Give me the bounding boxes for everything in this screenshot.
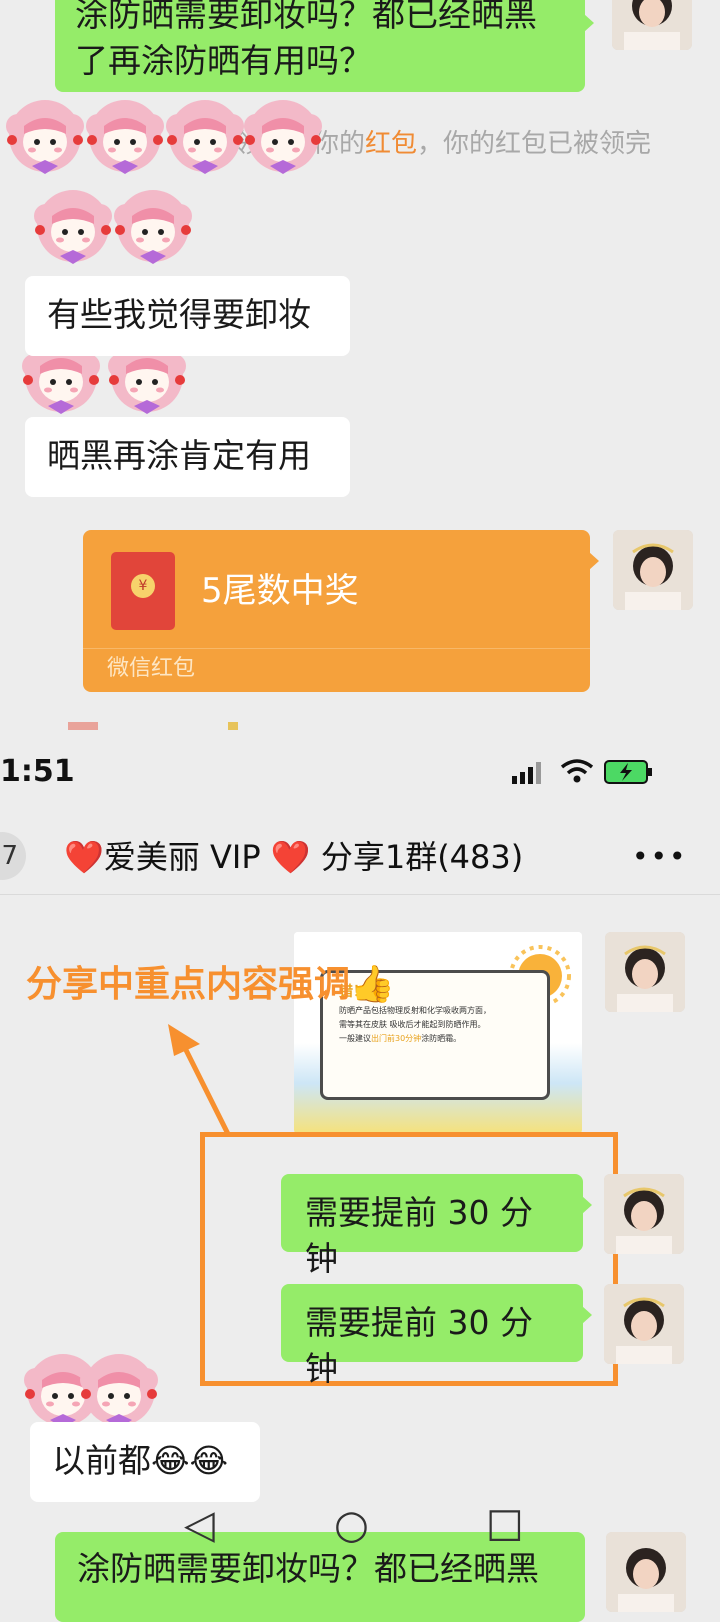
nav-back-icon[interactable]: ◁ bbox=[184, 1502, 215, 1548]
chat-screenshot-upper: 涂防晒需要卸妆吗？都已经晒黑了再涂防晒有用吗？ 领取了你的红包，你的红包已被领完… bbox=[0, 0, 720, 740]
question-bubble[interactable]: 涂防晒需要卸妆吗？都已经晒黑了再涂防晒有用吗？ bbox=[55, 0, 594, 92]
reply-bubble-3[interactable]: 以前都😂😂 bbox=[30, 1422, 260, 1502]
header-divider bbox=[0, 894, 720, 895]
annotation-arrow-icon bbox=[160, 1020, 240, 1140]
avatar[interactable] bbox=[604, 1174, 684, 1254]
partial-element bbox=[68, 722, 98, 730]
signal-icon bbox=[512, 760, 548, 784]
annotation-text: 分享中重点内容强调👍 bbox=[26, 964, 395, 1005]
message-bubble-2[interactable]: 需要提前 30 分钟 bbox=[281, 1284, 592, 1388]
avatar[interactable] bbox=[604, 1284, 684, 1364]
avatar[interactable] bbox=[605, 932, 685, 1012]
avatar[interactable] bbox=[613, 530, 693, 610]
back-count-badge[interactable]: 7 bbox=[0, 832, 26, 880]
card-line-3-prefix: 一般建议 bbox=[339, 1034, 371, 1043]
sheep-sticker-icon bbox=[82, 96, 168, 182]
wifi-icon bbox=[560, 758, 594, 784]
sheep-sticker-icon bbox=[30, 186, 116, 272]
chat-screenshot-lower: 1:51 7 ❤️爱美丽 VIP ❤️ 分享1群(483) ••• ? 错！ 防… bbox=[0, 740, 720, 1622]
battery-icon bbox=[604, 760, 654, 784]
more-options-icon[interactable]: ••• bbox=[632, 836, 688, 878]
card-line-3-suffix: 涂防晒霜。 bbox=[421, 1034, 462, 1043]
red-packet-title: 5尾数中奖 bbox=[201, 571, 359, 611]
avatar[interactable] bbox=[612, 0, 692, 50]
message-bubble-1[interactable]: 需要提前 30 分钟 bbox=[281, 1174, 592, 1278]
partial-element bbox=[228, 722, 238, 730]
nav-home-icon[interactable]: ○ bbox=[334, 1502, 369, 1548]
red-packet-footer: 微信红包 bbox=[107, 656, 196, 681]
sheep-sticker-icon bbox=[110, 186, 196, 272]
back-count: 7 bbox=[1, 841, 18, 871]
reply-text-1: 有些我觉得要卸妆 bbox=[47, 295, 311, 334]
reply-text-3: 以前都 bbox=[52, 1441, 151, 1480]
reply-text-2: 晒黑再涂肯定有用 bbox=[47, 436, 311, 475]
reply-bubble-1[interactable]: 有些我觉得要卸妆 bbox=[25, 276, 350, 356]
sheep-sticker-icon bbox=[240, 96, 326, 182]
sheep-sticker-icon bbox=[2, 96, 88, 182]
card-line-2: 需等其在皮肤 吸收后才能起到防晒作用。 bbox=[339, 1020, 486, 1029]
card-line-3: 一般建议出门前30分钟涂防晒霜。 bbox=[339, 1033, 461, 1044]
partial-bubble-text: 涂防晒需要卸妆吗？都已经晒黑 bbox=[77, 1549, 539, 1588]
avatar[interactable] bbox=[606, 1532, 686, 1612]
nav-recent-icon[interactable]: □ bbox=[486, 1500, 524, 1546]
status-time: 1:51 bbox=[0, 754, 75, 789]
laughing-emoji-icon: 😂😂 bbox=[151, 1441, 229, 1480]
question-text: 涂防晒需要卸妆吗？都已经晒黑了再涂防晒有用吗？ bbox=[75, 0, 537, 80]
red-packet-message[interactable]: ¥ 5尾数中奖 微信红包 bbox=[83, 530, 599, 692]
sheep-sticker-icon bbox=[162, 96, 248, 182]
chat-title: ❤️爱美丽 VIP ❤️ 分享1群(483) bbox=[64, 838, 524, 876]
card-line-3-highlight: 出门前30分钟 bbox=[371, 1034, 422, 1043]
system-highlight[interactable]: 红包 bbox=[365, 129, 417, 159]
system-suffix: ，你的红包已被领完 bbox=[417, 129, 652, 159]
reply-bubble-2[interactable]: 晒黑再涂肯定有用 bbox=[25, 417, 350, 497]
red-envelope-icon: ¥ bbox=[111, 552, 175, 630]
